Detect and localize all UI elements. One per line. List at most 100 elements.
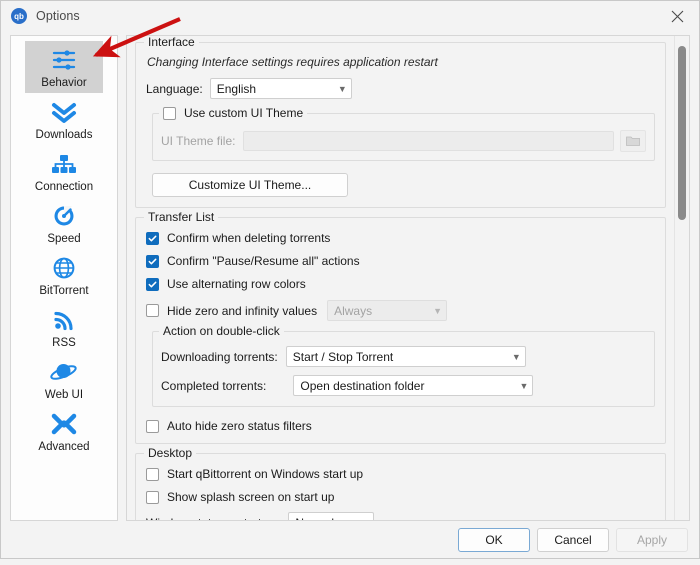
custom-ui-theme-legend: Use custom UI Theme [159, 106, 307, 123]
apply-button[interactable]: Apply [616, 528, 688, 552]
downloading-torrents-select[interactable]: Start / Stop Torrent ▼ [286, 346, 526, 367]
speedometer-icon [47, 201, 81, 231]
auto-hide-filters-row[interactable]: Auto hide zero status filters [146, 419, 655, 433]
language-value: English [217, 82, 256, 96]
sidebar-item-downloads[interactable]: Downloads [25, 93, 103, 145]
vertical-scrollbar[interactable] [674, 36, 689, 520]
sidebar-item-label: RSS [52, 337, 76, 349]
window-state-label: Window state on start up: [146, 516, 281, 521]
chevron-down-icon: ▼ [338, 84, 347, 94]
language-label: Language: [146, 82, 203, 96]
confirm-delete-checkbox[interactable] [146, 232, 159, 245]
hide-zero-checkbox[interactable] [146, 304, 159, 317]
window-state-row: Window state on start up: Normal ▼ [146, 512, 655, 520]
ui-theme-file-label: UI Theme file: [161, 134, 235, 148]
confirm-delete-row[interactable]: Confirm when deleting torrents [146, 231, 655, 245]
window-state-select[interactable]: Normal ▼ [288, 512, 374, 520]
downloading-torrents-value: Start / Stop Torrent [293, 350, 394, 364]
double-chevron-down-icon [47, 97, 81, 127]
hide-zero-select[interactable]: Always ▼ [327, 300, 447, 321]
language-row: Language: English ▼ [146, 78, 655, 99]
language-select[interactable]: English ▼ [210, 78, 352, 99]
alternating-rows-checkbox[interactable] [146, 278, 159, 291]
sidebar-item-rss[interactable]: RSS [25, 301, 103, 353]
completed-torrents-value: Open destination folder [300, 379, 424, 393]
use-custom-ui-theme-label: Use custom UI Theme [184, 106, 303, 120]
behavior-settings-pane: Interface Changing Interface settings re… [127, 36, 674, 520]
alternating-rows-label: Use alternating row colors [167, 277, 306, 291]
start-on-windows-checkbox[interactable] [146, 468, 159, 481]
sidebar-item-label: Connection [35, 181, 93, 193]
completed-torrents-label: Completed torrents: [161, 379, 266, 393]
downloading-torrents-row: Downloading torrents: Start / Stop Torre… [161, 346, 646, 367]
confirm-delete-label: Confirm when deleting torrents [167, 231, 330, 245]
desktop-group: Desktop Start qBittorrent on Windows sta… [135, 453, 666, 520]
transfer-list-group: Transfer List Confirm when deleting torr… [135, 217, 666, 444]
customize-ui-theme-button[interactable]: Customize UI Theme... [152, 173, 348, 197]
sidebar-item-speed[interactable]: Speed [25, 197, 103, 249]
title-bar: qb Options [1, 1, 699, 31]
sidebar-item-label: Web UI [45, 389, 83, 401]
transfer-list-group-legend: Transfer List [144, 210, 218, 224]
sidebar-item-bittorrent[interactable]: BitTorrent [25, 249, 103, 301]
window-state-value: Normal [295, 516, 334, 521]
sidebar-item-behavior[interactable]: Behavior [25, 41, 103, 93]
cancel-button[interactable]: Cancel [537, 528, 609, 552]
confirm-pause-resume-checkbox[interactable] [146, 255, 159, 268]
hide-zero-label: Hide zero and infinity values [167, 304, 317, 318]
auto-hide-filters-checkbox[interactable] [146, 420, 159, 433]
interface-group-legend: Interface [144, 36, 199, 49]
confirm-pause-resume-row[interactable]: Confirm "Pause/Resume all" actions [146, 254, 655, 268]
chevron-down-icon: ▼ [519, 381, 528, 391]
options-window: qb Options [0, 0, 700, 559]
splash-screen-label: Show splash screen on start up [167, 490, 334, 504]
chevron-down-icon: ▼ [512, 352, 521, 362]
splash-screen-checkbox[interactable] [146, 491, 159, 504]
sidebar-item-label: Behavior [41, 77, 86, 89]
sidebar-item-label: Advanced [38, 441, 89, 453]
ui-theme-file-input[interactable] [243, 131, 614, 151]
custom-ui-theme-group: Use custom UI Theme UI Theme file: [152, 113, 655, 161]
downloading-torrents-label: Downloading torrents: [161, 350, 278, 364]
folder-icon[interactable] [620, 130, 646, 152]
start-on-windows-label: Start qBittorrent on Windows start up [167, 467, 363, 481]
use-custom-ui-theme-checkbox[interactable] [163, 107, 176, 120]
interface-group: Interface Changing Interface settings re… [135, 42, 666, 208]
dialog-body: Behavior Downloads [1, 31, 699, 521]
settings-sidebar[interactable]: Behavior Downloads [10, 35, 118, 521]
sidebar-item-label: BitTorrent [39, 285, 88, 297]
globe-icon [47, 253, 81, 283]
svg-text:qb: qb [14, 12, 24, 21]
double-click-group: Action on double-click Downloading torre… [152, 331, 655, 407]
sidebar-item-advanced[interactable]: Advanced [25, 405, 103, 457]
confirm-pause-resume-label: Confirm "Pause/Resume all" actions [167, 254, 360, 268]
double-click-legend: Action on double-click [159, 324, 284, 338]
alternating-rows-row[interactable]: Use alternating row colors [146, 277, 655, 291]
auto-hide-filters-label: Auto hide zero status filters [167, 419, 312, 433]
sidebar-item-label: Downloads [36, 129, 93, 141]
hide-zero-row[interactable]: Hide zero and infinity values Always ▼ [146, 300, 655, 321]
desktop-group-legend: Desktop [144, 446, 196, 460]
interface-restart-note: Changing Interface settings requires app… [147, 55, 655, 69]
window-title: Options [36, 9, 80, 23]
scrollbar-thumb[interactable] [678, 46, 686, 220]
ok-button[interactable]: OK [458, 528, 530, 552]
start-on-windows-row[interactable]: Start qBittorrent on Windows start up [146, 467, 655, 481]
splash-screen-row[interactable]: Show splash screen on start up [146, 490, 655, 504]
hide-zero-value: Always [334, 304, 372, 318]
sliders-icon [47, 45, 81, 75]
completed-torrents-select[interactable]: Open destination folder ▼ [293, 375, 533, 396]
close-icon[interactable] [655, 1, 699, 31]
settings-scroll-area: Interface Changing Interface settings re… [126, 35, 690, 521]
completed-torrents-row: Completed torrents: Open destination fol… [161, 375, 646, 396]
tools-icon [47, 409, 81, 439]
sidebar-item-web-ui[interactable]: Web UI [25, 353, 103, 405]
sidebar-item-label: Speed [47, 233, 80, 245]
network-icon [47, 149, 81, 179]
qbittorrent-logo-icon: qb [11, 8, 27, 24]
sidebar-item-connection[interactable]: Connection [25, 145, 103, 197]
chevron-down-icon: ▼ [360, 518, 369, 521]
dialog-footer: OK Cancel Apply [1, 521, 699, 558]
rss-icon [47, 305, 81, 335]
chevron-down-icon: ▼ [433, 306, 442, 316]
